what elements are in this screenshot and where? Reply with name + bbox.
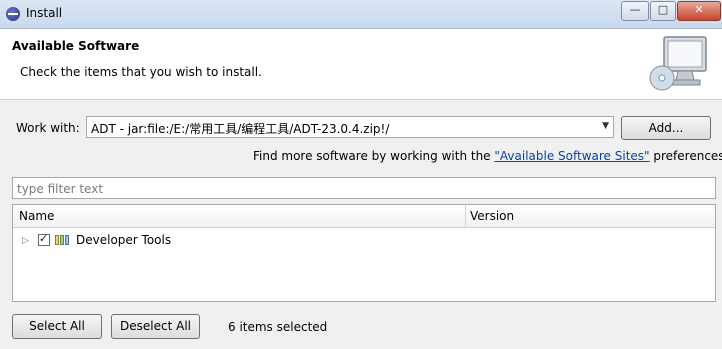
find-more-suffix: preferences.: [649, 149, 722, 163]
column-divider: [465, 205, 466, 227]
work-with-label: Work with:: [16, 121, 80, 135]
dropdown-arrow-icon[interactable]: ▼: [602, 121, 609, 131]
filter-input[interactable]: [15, 179, 709, 199]
developer-tools-checkbox[interactable]: [38, 232, 50, 246]
available-software-sites-link[interactable]: "Available Software Sites": [494, 149, 649, 163]
column-version[interactable]: Version: [470, 209, 514, 223]
filter-field[interactable]: [12, 177, 716, 199]
minimize-button[interactable]: —: [621, 1, 649, 21]
title-bar: Install — □ ✕: [0, 0, 722, 29]
select-all-button[interactable]: Select All: [12, 314, 102, 339]
page-title: Available Software: [12, 39, 140, 53]
expand-arrow-icon[interactable]: ▷: [22, 236, 29, 246]
maximize-button[interactable]: □: [650, 1, 676, 21]
eclipse-icon: [6, 7, 20, 21]
page-subtitle: Check the items that you wish to install…: [20, 65, 262, 79]
work-with-value: ADT - jar:file:/E:/常用工具/编程工具/ADT-23.0.4.…: [91, 122, 390, 136]
find-more-prefix: Find more software by working with the: [253, 149, 495, 163]
find-more-text: Find more software by working with the "…: [253, 149, 722, 163]
close-button[interactable]: ✕: [677, 1, 721, 21]
feature-group-icon: [55, 235, 69, 245]
add-site-button[interactable]: Add...: [621, 116, 711, 140]
computer-cd-icon: [649, 36, 707, 91]
deselect-all-button[interactable]: Deselect All: [111, 314, 200, 339]
tree-header: Name Version: [13, 205, 715, 228]
selection-status: 6 items selected: [228, 320, 328, 334]
window-title: Install: [26, 6, 63, 20]
work-with-combo[interactable]: ADT - jar:file:/E:/常用工具/编程工具/ADT-23.0.4.…: [86, 116, 614, 138]
header-banner: Available Software Check the items that …: [0, 29, 722, 100]
tree-row-label[interactable]: Developer Tools: [76, 233, 171, 247]
software-tree[interactable]: Name Version ▷ Developer Tools: [12, 204, 716, 302]
column-name[interactable]: Name: [19, 209, 54, 223]
